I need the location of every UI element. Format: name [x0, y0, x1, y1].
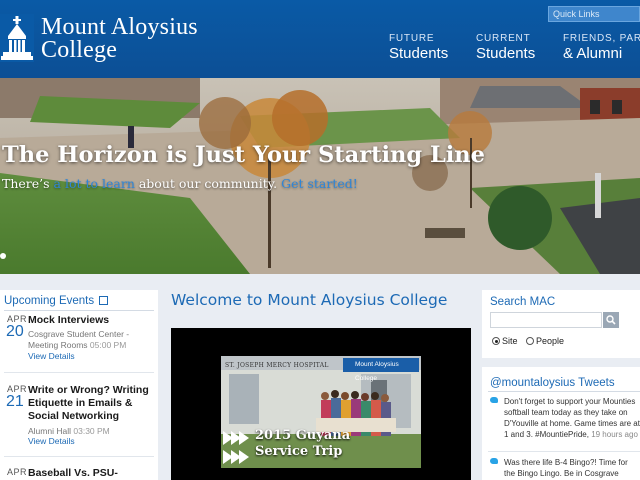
radio-selected-icon[interactable] — [492, 337, 500, 345]
radio-label-people: People — [536, 336, 565, 346]
twitter-bird-icon — [490, 397, 498, 403]
nav-current-small: CURRENT — [476, 33, 531, 44]
hospital-sign: ST. JOSEPH MERCY HOSPITAL — [225, 362, 329, 369]
video-thumbnail[interactable]: ST. JOSEPH MERCY HOSPITAL Mount Aloysius… — [221, 356, 421, 468]
tweet-text: Was there life B-4 Bingo?! Time for the … — [504, 457, 640, 480]
nav-friends-alumni[interactable]: FRIENDS, PARE & Alumni — [563, 33, 640, 63]
welcome-heading: Welcome to Mount Aloysius College — [171, 291, 448, 309]
event-day: 21 — [6, 393, 24, 410]
divider — [488, 451, 640, 452]
video-college-logo: Mount Aloysius College — [343, 358, 419, 382]
search-heading: Search MAC — [490, 296, 556, 308]
event-item: APR 20 Mock Interviews Cosgrave Student … — [0, 314, 158, 384]
divider — [4, 372, 154, 373]
event-title[interactable]: Write or Wrong? Writing Etiquette in Ema… — [28, 384, 156, 423]
college-name-line2: College — [41, 37, 118, 63]
divider — [488, 391, 640, 392]
carousel-dot[interactable] — [0, 253, 6, 259]
event-day: 20 — [6, 323, 24, 340]
nav-current-students[interactable]: CURRENT Students — [476, 33, 535, 63]
hero-sub-middle: about our community. — [134, 176, 282, 191]
nav-future-students[interactable]: FUTURE Students — [389, 33, 448, 63]
tweets-panel: @mountaloysius Tweets Don't forget to su… — [482, 367, 640, 480]
video-title-line1: 2015 Guyana — [255, 428, 351, 443]
hero-link-get-started[interactable]: Get started! — [281, 176, 358, 191]
event-title[interactable]: Mock Interviews — [28, 314, 156, 327]
hero-banner: The Horizon is Just Your Starting Line T… — [0, 78, 640, 274]
events-title-text: Upcoming Events — [4, 295, 95, 307]
event-title[interactable]: Baseball Vs. PSU-Altoona — [28, 467, 156, 480]
event-time: 03:30 PM — [73, 426, 110, 436]
event-view-details-link[interactable]: View Details — [28, 351, 75, 361]
nav-friends-small: FRIENDS, PARE — [563, 33, 640, 44]
quick-links-dropdown[interactable]: Quick Links — [548, 6, 640, 22]
tweet-text: Don't forget to support your Mounties so… — [504, 396, 640, 440]
event-view-details-link[interactable]: View Details — [28, 436, 75, 446]
nav-future-big: Students — [389, 45, 449, 62]
event-item: APR Baseball Vs. PSU-Altoona — [0, 467, 158, 480]
event-time: 05:00 PM — [89, 340, 127, 350]
radio-unselected-icon[interactable] — [526, 337, 534, 345]
tweet-time[interactable]: 19 hours ago — [591, 430, 638, 439]
hero-title: The Horizon is Just Your Starting Line — [2, 142, 485, 168]
video-player[interactable]: ST. JOSEPH MERCY HOSPITAL Mount Aloysius… — [171, 328, 471, 480]
search-button[interactable] — [603, 312, 619, 328]
college-name[interactable]: Mount Aloysius College — [41, 14, 198, 63]
tweet-body: Was there life B-4 Bingo?! Time for the … — [504, 458, 628, 478]
event-month: APR — [7, 467, 28, 477]
video-title-line2: Service Trip — [255, 444, 343, 459]
hero-subtitle: There’s a lot to learn about our communi… — [2, 176, 358, 192]
hero-link-learn[interactable]: a lot to learn — [54, 176, 135, 191]
search-input[interactable] — [490, 312, 602, 328]
search-option-site[interactable]: Site — [492, 336, 518, 346]
hero-sub-prefix: There’s — [2, 176, 54, 191]
search-panel: Search MAC Site People — [482, 290, 640, 358]
college-logo-icon[interactable] — [0, 14, 34, 62]
tweets-heading[interactable]: @mountaloysius Tweets — [490, 377, 615, 389]
radio-label-site: Site — [502, 336, 518, 346]
nav-friends-big: & Alumni — [563, 45, 623, 62]
nav-future-small: FUTURE — [389, 33, 435, 44]
nav-current-big: Students — [476, 45, 536, 62]
event-location: Alumni Hall — [28, 426, 71, 436]
divider — [4, 456, 154, 457]
calendar-icon[interactable] — [99, 296, 109, 305]
search-option-people[interactable]: People — [526, 336, 564, 346]
events-heading[interactable]: Upcoming Events — [4, 295, 109, 307]
upcoming-events-panel: Upcoming Events APR 20 Mock Interviews C… — [0, 290, 158, 480]
divider — [4, 310, 154, 311]
twitter-bird-icon — [490, 458, 498, 464]
college-name-line1: Mount Aloysius — [41, 14, 198, 40]
site-header: Mount Aloysius College Quick Links FUTUR… — [0, 0, 640, 78]
event-meta: Cosgrave Student Center - Meeting Rooms … — [28, 329, 156, 351]
video-title: 2015 Guyana Service Trip — [255, 428, 350, 460]
search-icon — [606, 315, 616, 325]
event-item: APR 21 Write or Wrong? Writing Etiquette… — [0, 384, 158, 454]
